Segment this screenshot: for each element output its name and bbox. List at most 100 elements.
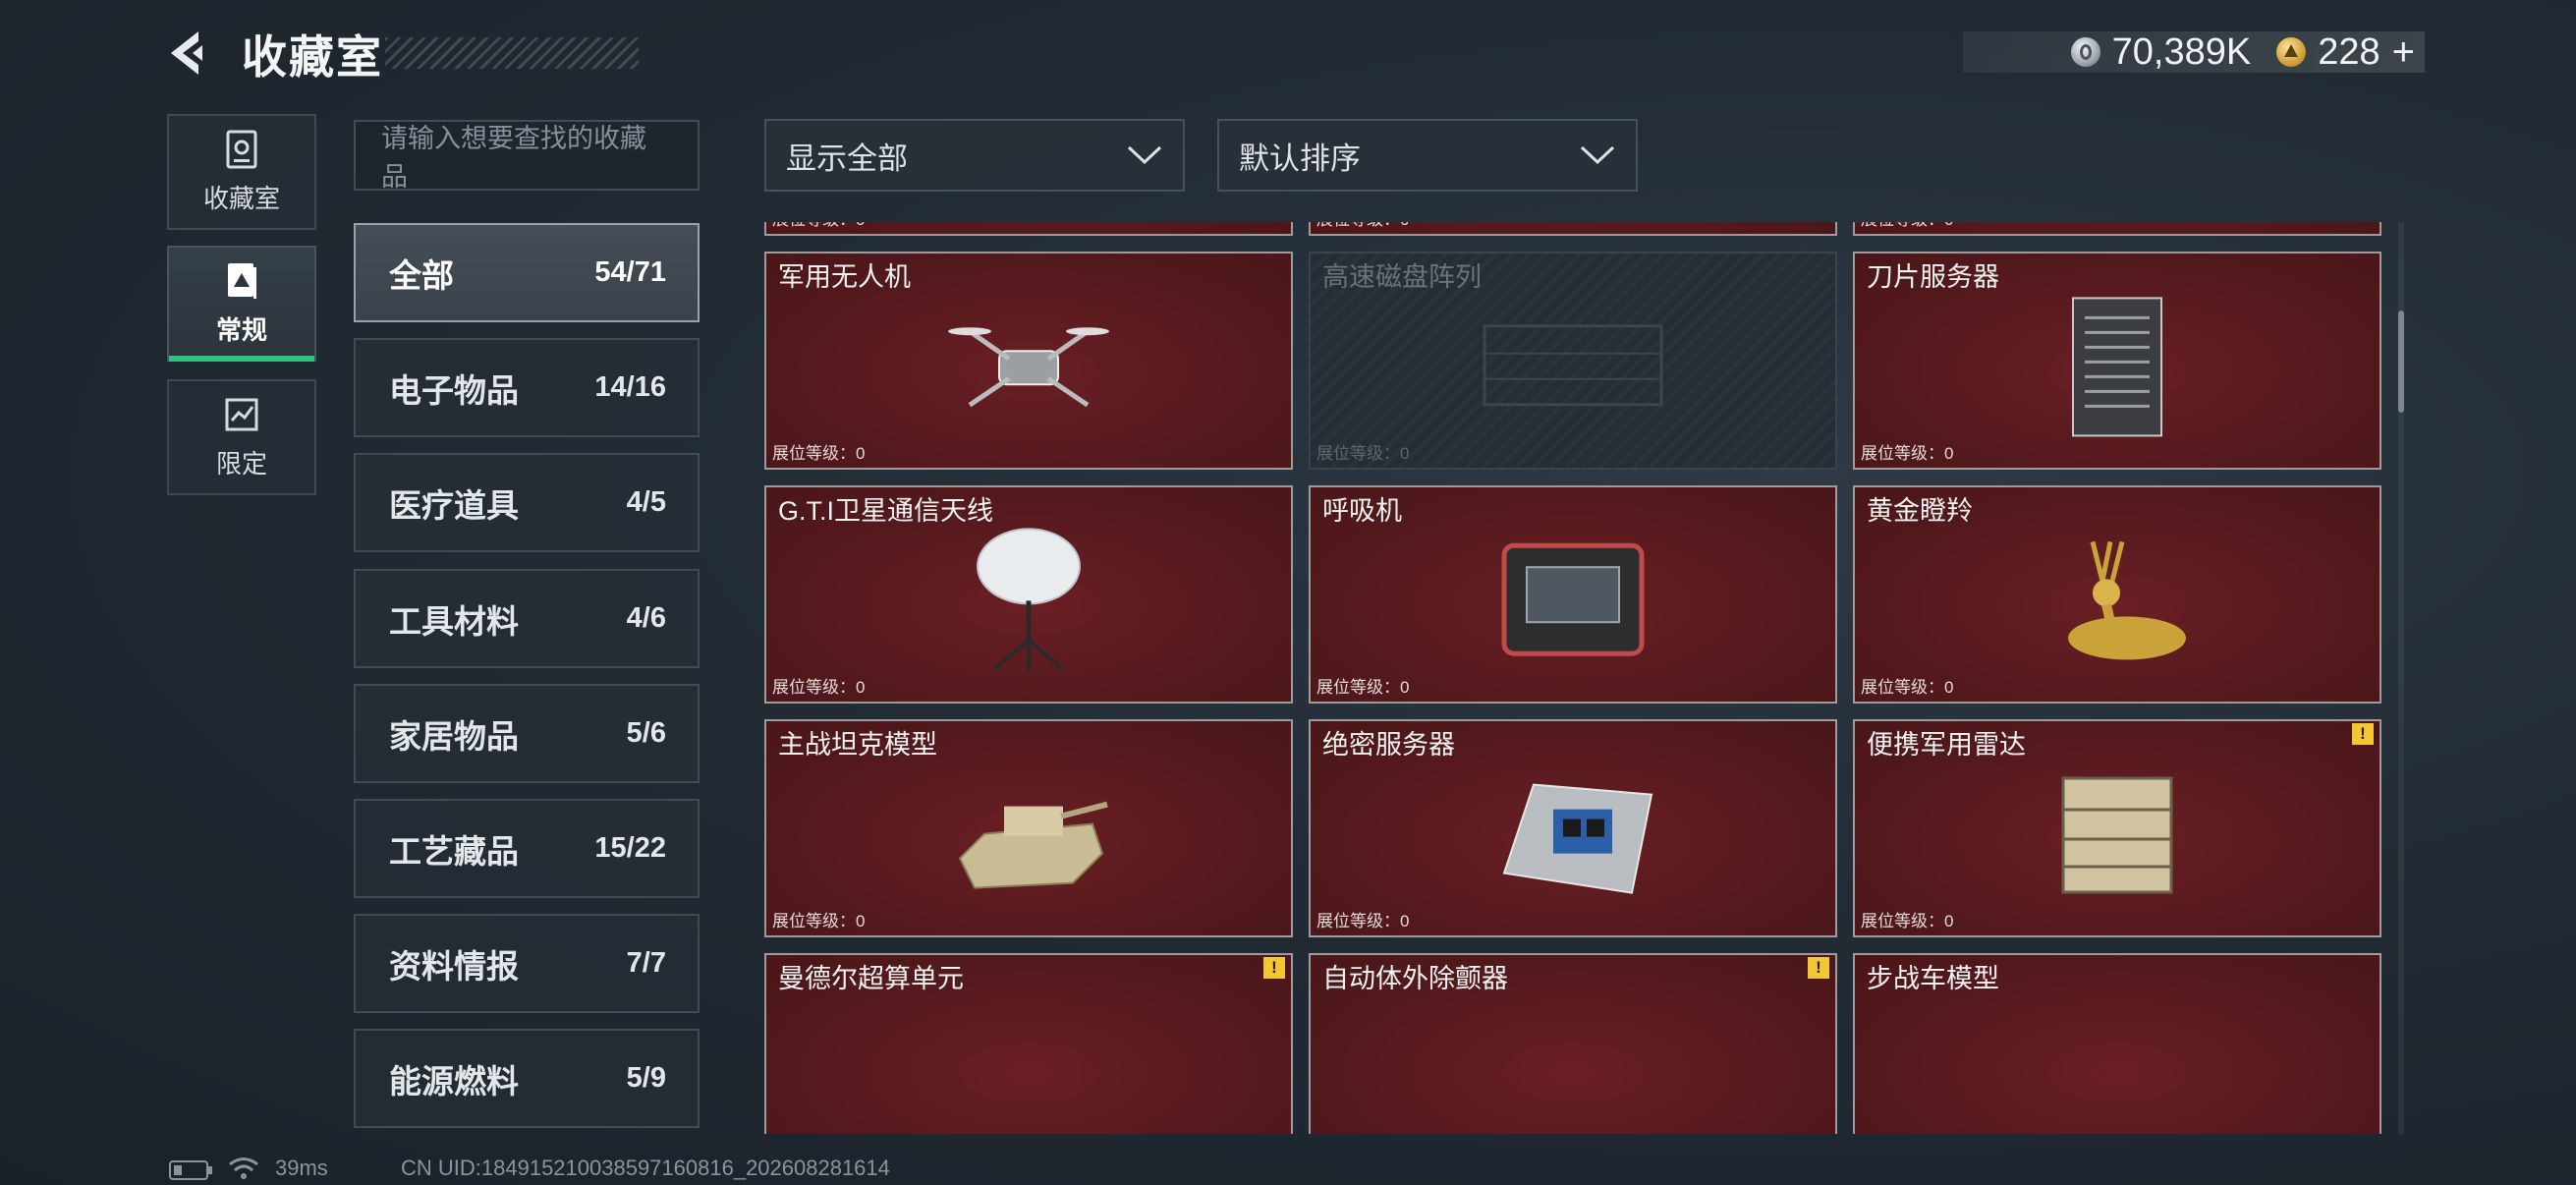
item-card[interactable]: 绝密服务器 展位等级：0	[1309, 719, 1837, 937]
item-level: 展位等级：0	[772, 222, 865, 230]
ventilator-icon	[1501, 542, 1645, 656]
collection-book-icon	[228, 262, 256, 299]
sort-value: 默认排序	[1239, 141, 1361, 176]
sort-dropdown[interactable]: 默认排序	[1217, 119, 1638, 192]
collection-grid[interactable]: 展位等级：0 展位等级：0 展位等级：0	[764, 222, 2383, 1134]
back-arrow-icon[interactable]	[165, 28, 216, 79]
item-name: 黄金瞪羚	[1867, 496, 1973, 526]
display-filter-dropdown[interactable]: 显示全部	[764, 119, 1185, 192]
silver-coin-icon	[2070, 37, 2100, 67]
limited-map-icon	[225, 398, 258, 430]
item-level: 展位等级：0	[1316, 222, 1409, 230]
gold-amount: 228	[2318, 30, 2380, 73]
scrollbar-thumb[interactable]	[2398, 310, 2404, 413]
category-name: 能源燃料	[389, 1062, 519, 1100]
warning-badge: !	[1808, 957, 1829, 979]
search-input[interactable]: 请输入想要查找的收藏品	[354, 120, 700, 192]
drone-icon	[948, 327, 1109, 408]
item-level: 展位等级：0	[1316, 678, 1410, 697]
category-count: 15/22	[594, 832, 666, 864]
category-tools[interactable]: 工具材料 4/6	[354, 569, 700, 668]
category-name: 工具材料	[389, 602, 519, 640]
item-card[interactable]: 黄金瞪羚 展位等级：0	[1853, 485, 2381, 704]
category-intel[interactable]: 资料情报 7/7	[354, 914, 700, 1013]
category-count: 4/6	[626, 602, 666, 634]
chevron-down-icon	[1127, 145, 1162, 165]
item-card-locked[interactable]: 高速磁盘阵列 展位等级：0	[1309, 252, 1837, 470]
item-level: 展位等级：0	[1861, 678, 1954, 697]
tank-model-icon	[958, 801, 1108, 889]
category-crafts[interactable]: 工艺藏品 15/22	[354, 799, 700, 898]
category-medical[interactable]: 医疗道具 4/5	[354, 453, 700, 552]
item-name: 绝密服务器	[1322, 730, 1455, 760]
item-name: 高速磁盘阵列	[1322, 262, 1482, 292]
warning-badge: !	[1263, 957, 1285, 979]
item-card[interactable]: 展位等级：0	[1309, 222, 1837, 236]
category-household[interactable]: 家居物品 5/6	[354, 684, 700, 783]
category-energy[interactable]: 能源燃料 5/9	[354, 1029, 700, 1128]
item-card[interactable]: 自动体外除颤器 !	[1309, 953, 1837, 1134]
gold-coin-icon	[2276, 37, 2307, 67]
item-card[interactable]: 展位等级：0	[764, 222, 1293, 236]
item-level: 展位等级：0	[772, 678, 866, 697]
golden-gazelle-icon	[2068, 540, 2186, 660]
battery-icon	[169, 1160, 212, 1180]
nav-label: 收藏室	[202, 183, 280, 213]
category-name: 家居物品	[389, 717, 519, 755]
category-name: 资料情报	[389, 947, 519, 985]
item-name: 步战车模型	[1867, 964, 1999, 993]
category-count: 4/5	[626, 486, 666, 518]
item-name: 曼德尔超算单元	[778, 964, 964, 993]
category-name: 工艺藏品	[389, 832, 519, 870]
item-card[interactable]: 呼吸机 展位等级：0	[1309, 485, 1837, 704]
category-count: 7/7	[626, 947, 666, 979]
category-name: 电子物品	[389, 371, 519, 409]
display-filter-value: 显示全部	[786, 141, 908, 176]
category-name: 全部	[389, 256, 454, 294]
item-level: 展位等级：0	[772, 444, 866, 463]
latency-text: 39ms	[275, 1156, 328, 1180]
item-name: 呼吸机	[1322, 496, 1402, 526]
item-card[interactable]: 便携军用雷达 展位等级：0 !	[1853, 719, 2381, 937]
category-all[interactable]: 全部 54/71	[354, 223, 700, 322]
category-electronics[interactable]: 电子物品 14/16	[354, 338, 700, 437]
item-name: 刀片服务器	[1867, 262, 1999, 292]
item-level: 展位等级：0	[1861, 912, 1954, 931]
item-card[interactable]: 曼德尔超算单元 !	[764, 953, 1293, 1134]
nav-label: 常规	[215, 314, 267, 345]
category-name: 医疗道具	[389, 486, 519, 524]
item-card[interactable]: 主战坦克模型 展位等级：0	[764, 719, 1293, 937]
item-card[interactable]: 步战车模型	[1853, 953, 2381, 1134]
server-board-icon	[1502, 783, 1653, 894]
item-level: 展位等级：0	[1316, 444, 1410, 463]
nav-vault[interactable]: 收藏室	[167, 114, 316, 230]
chevron-down-icon	[1580, 145, 1615, 165]
item-card[interactable]: 军用无人机 展位等级：0	[764, 252, 1293, 470]
item-level: 展位等级：0	[772, 912, 866, 931]
wifi-icon	[229, 1157, 258, 1179]
uid-text: CN UID:184915210038597160816_20260828161…	[401, 1156, 890, 1180]
satellite-dish-icon	[977, 528, 1081, 672]
item-name: 便携军用雷达	[1867, 730, 2026, 760]
category-count: 54/71	[594, 256, 666, 288]
nav-limited[interactable]: 限定	[167, 379, 316, 495]
radar-icon	[2061, 776, 2173, 894]
item-level: 展位等级：0	[1861, 222, 1953, 230]
currency-bar: 70,389K 228 +	[1963, 30, 2425, 75]
gold-currency[interactable]: 228 +	[2276, 30, 2415, 75]
vault-icon	[226, 130, 257, 168]
item-card[interactable]: 展位等级：0	[1853, 222, 2381, 236]
disk-array-icon	[1483, 324, 1663, 407]
page-title: 收藏室	[242, 31, 383, 83]
silver-amount: 70,389K	[2111, 30, 2252, 73]
add-currency-button[interactable]: +	[2392, 30, 2415, 75]
item-level: 展位等级：0	[1316, 912, 1410, 931]
item-name: 军用无人机	[778, 262, 911, 292]
item-card[interactable]: G.T.I卫星通信天线 展位等级：0	[764, 485, 1293, 704]
nav-regular[interactable]: 常规	[167, 246, 316, 362]
item-level: 展位等级：0	[1861, 444, 1954, 463]
item-name: G.T.I卫星通信天线	[778, 496, 994, 526]
item-card[interactable]: 刀片服务器 展位等级：0	[1853, 252, 2381, 470]
warning-badge: !	[2352, 723, 2374, 745]
item-name: 自动体外除颤器	[1322, 964, 1508, 993]
